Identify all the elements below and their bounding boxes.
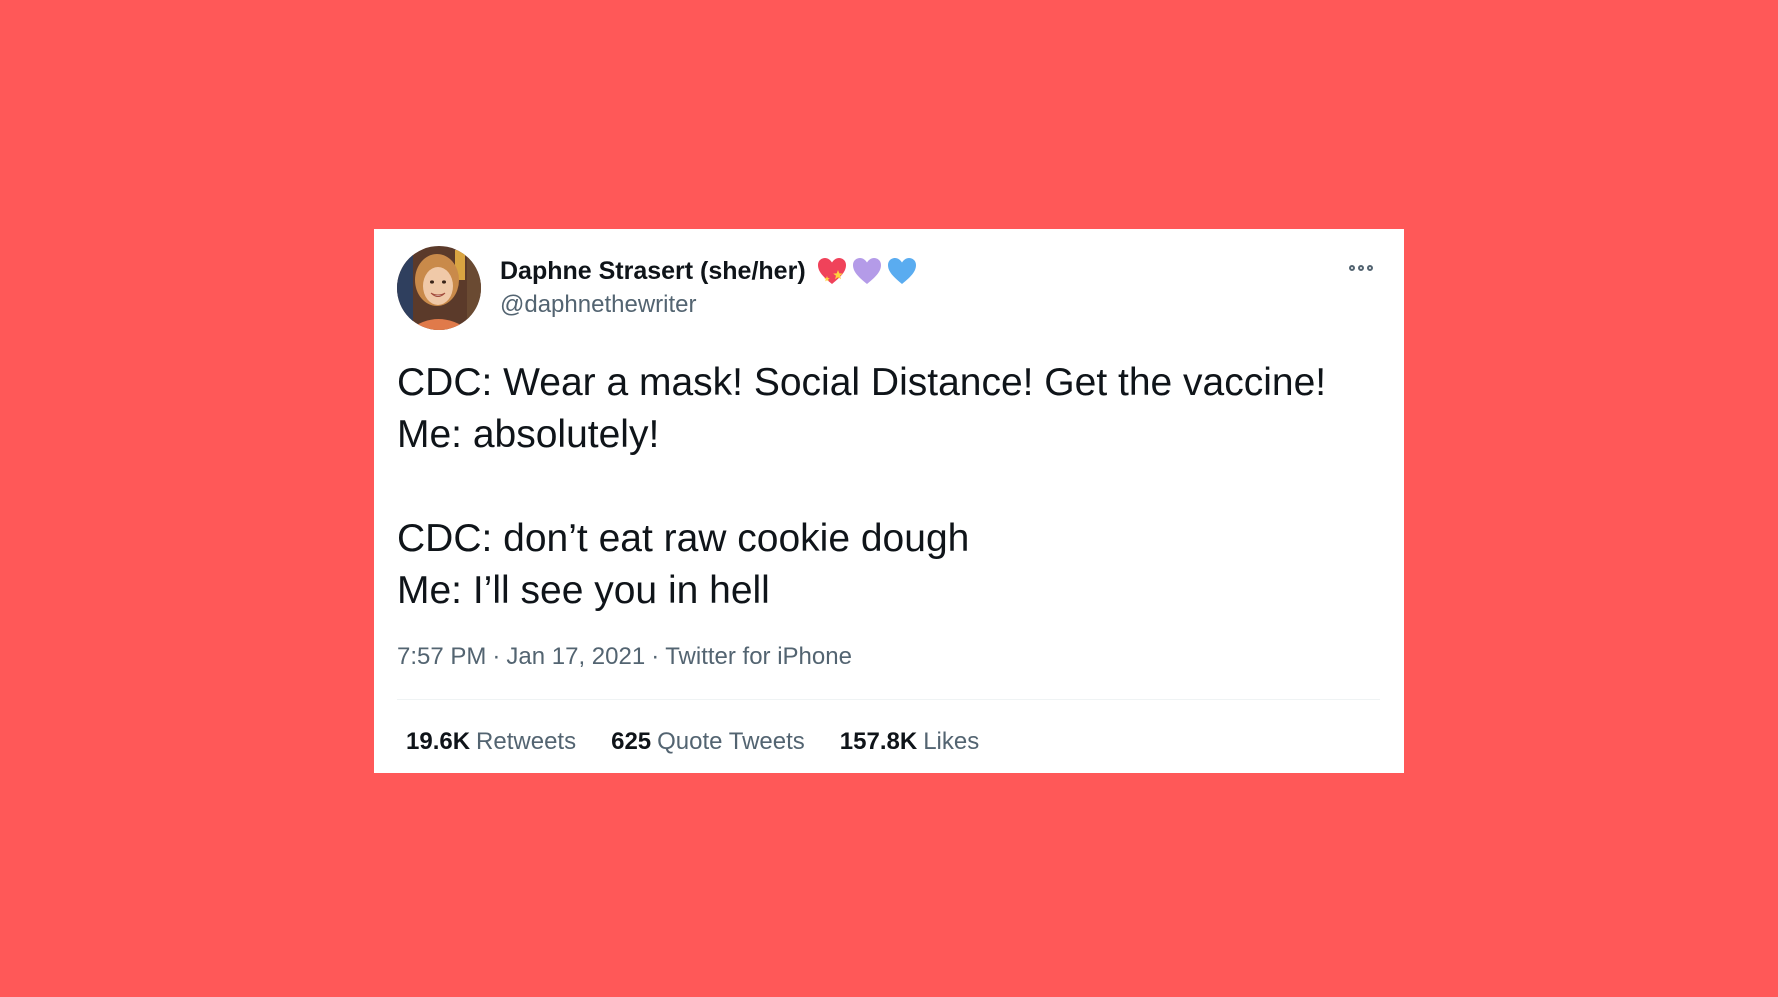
quote-tweets-stat[interactable]: 625 Quote Tweets bbox=[611, 728, 805, 756]
tweet-date[interactable]: Jan 17, 2021 bbox=[506, 643, 645, 670]
tweet-line: CDC: don’t eat raw cookie dough bbox=[397, 517, 970, 560]
tweet-stats: 19.6K Retweets 625 Quote Tweets 157.8K Like… bbox=[406, 728, 979, 756]
more-dot-icon bbox=[1367, 265, 1373, 271]
author-display-name[interactable]: Daphne Strasert (she/her) bbox=[500, 257, 806, 286]
tweet-line: Me: absolutely! bbox=[397, 413, 660, 456]
tweet-line: Me: I’ll see you in hell bbox=[397, 569, 770, 612]
author-name[interactable]: Daphne Strasert (she/her) bbox=[500, 256, 918, 286]
quote-tweets-count: 625 bbox=[611, 728, 652, 755]
tweet-card: Daphne Strasert (she/her) @daphnethewrit… bbox=[374, 229, 1404, 773]
retweets-stat[interactable]: 19.6K Retweets bbox=[406, 728, 576, 756]
more-options-button[interactable] bbox=[1344, 259, 1378, 277]
tweet-metadata: 7:57 PM · Jan 17, 2021 · Twitter for iPhone bbox=[397, 643, 852, 671]
tweet-line: CDC: Wear a mask! Social Distance! Get t… bbox=[397, 361, 1327, 404]
tweet-text: CDC: Wear a mask! Social Distance! Get t… bbox=[397, 357, 1387, 617]
avatar[interactable] bbox=[397, 246, 481, 330]
tweet-line-break bbox=[397, 461, 1387, 513]
tweet-source[interactable]: Twitter for iPhone bbox=[665, 643, 852, 670]
likes-stat[interactable]: 157.8K Likes bbox=[840, 728, 979, 756]
likes-count: 157.8K bbox=[839, 728, 918, 755]
tweet-time[interactable]: 7:57 PM bbox=[397, 643, 486, 670]
divider bbox=[397, 699, 1380, 700]
name-emoji bbox=[816, 256, 918, 286]
retweets-label: Retweets bbox=[476, 728, 577, 755]
meta-separator: · bbox=[492, 643, 501, 670]
likes-label: Likes bbox=[923, 728, 980, 755]
retweets-count: 19.6K bbox=[406, 728, 471, 755]
more-dot-icon bbox=[1358, 265, 1364, 271]
author-handle[interactable]: @daphnethewriter bbox=[500, 291, 696, 319]
heart-sparkle-icon bbox=[817, 258, 846, 284]
quote-tweets-label: Quote Tweets bbox=[657, 728, 805, 755]
meta-separator: · bbox=[651, 643, 660, 670]
purple-heart-icon bbox=[852, 258, 881, 284]
blue-heart-icon bbox=[887, 258, 916, 284]
more-dot-icon bbox=[1349, 265, 1355, 271]
